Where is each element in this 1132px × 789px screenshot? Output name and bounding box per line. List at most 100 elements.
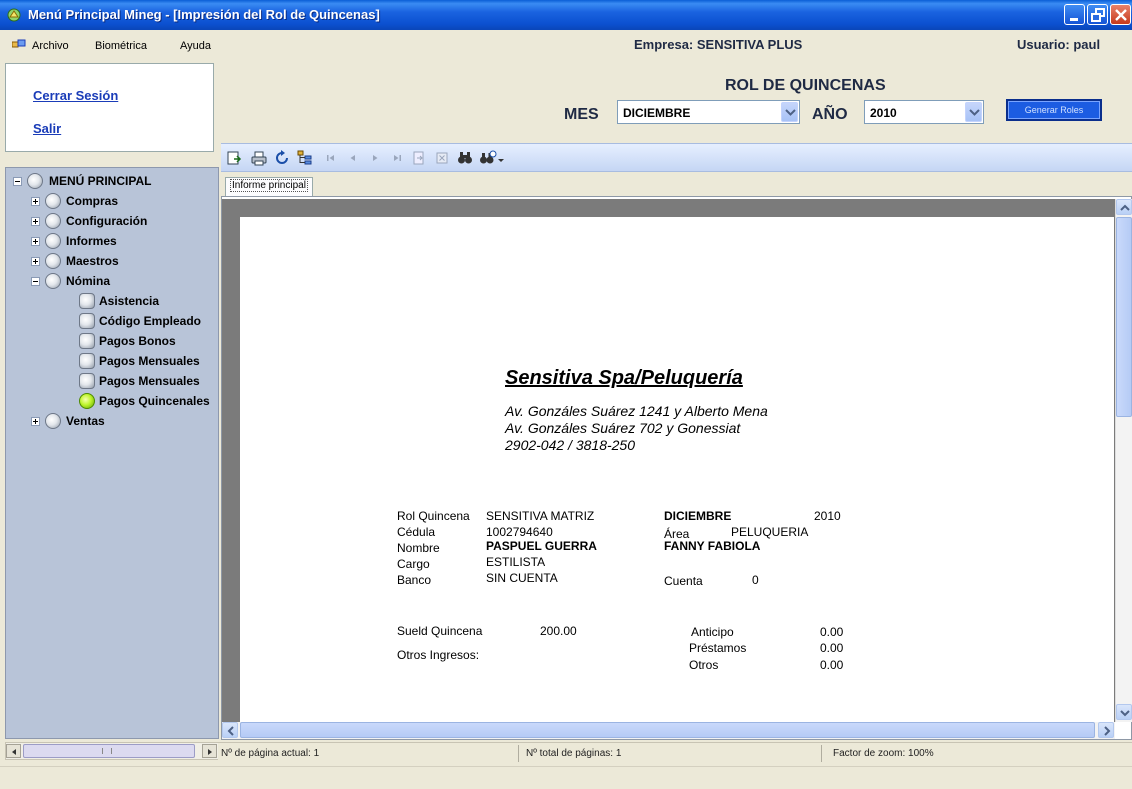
- report-vertical-scrollbar[interactable]: [1115, 199, 1132, 722]
- arrow-right-icon: [1104, 726, 1111, 736]
- otros-ingresos-label: Otros Ingresos:: [397, 648, 480, 662]
- stop-button[interactable]: [434, 150, 450, 166]
- current-page-status: Nº de página actual: 1: [221, 748, 320, 759]
- total-pages-status: Nº total de páginas: 1: [526, 748, 622, 759]
- tree-item-label: Maestros: [66, 254, 119, 268]
- group-tree-button[interactable]: [297, 150, 313, 166]
- period-year: 2010: [814, 509, 841, 523]
- arrow-right-icon: [208, 749, 212, 755]
- address-line-2: Av. Gonzáles Suárez 702 y Gonessiat: [505, 420, 741, 436]
- expand-icon[interactable]: [31, 217, 40, 226]
- arrow-left-icon: [12, 749, 16, 755]
- go-to-page-button[interactable]: [411, 150, 427, 166]
- report-horizontal-scrollbar[interactable]: [222, 722, 1115, 739]
- cuenta-label: Cuenta: [664, 574, 703, 588]
- node-icon: [79, 333, 95, 349]
- expand-icon[interactable]: [31, 417, 40, 426]
- year-value: 2010: [870, 106, 897, 120]
- go-to-page-icon: [413, 151, 424, 165]
- exit-link[interactable]: Salir: [33, 121, 61, 136]
- report-viewer: Sensitiva Spa/Peluquería Av. Gonzáles Su…: [221, 196, 1132, 740]
- first-page-button[interactable]: [323, 150, 339, 166]
- zoom-button[interactable]: [479, 150, 507, 166]
- cedula-value: 1002794640: [486, 525, 553, 539]
- tree-item-label: Código Empleado: [99, 314, 201, 328]
- area-value: PELUQUERIA: [731, 525, 809, 539]
- status-divider: [821, 745, 822, 762]
- export-button[interactable]: [226, 150, 242, 166]
- scroll-right-button[interactable]: [202, 744, 217, 758]
- refresh-icon: [276, 150, 288, 164]
- company-label: Empresa: SENSITIVA PLUS: [634, 37, 803, 52]
- export-icon: [227, 151, 242, 165]
- menu-bar: Archivo Biométrica Ayuda Empresa: SENSIT…: [0, 30, 1132, 60]
- mdi-window-icon[interactable]: [12, 39, 26, 51]
- otros-value: 0.00: [820, 658, 844, 672]
- arrow-up-icon: [1120, 204, 1130, 211]
- report-page: Sensitiva Spa/Peluquería Av. Gonzáles Su…: [240, 217, 1114, 722]
- tree-item-label: Configuración: [66, 214, 148, 228]
- otros-label: Otros: [689, 658, 719, 672]
- tree-root-label: MENÚ PRINCIPAL: [49, 174, 152, 188]
- node-icon: [45, 253, 61, 269]
- close-button[interactable]: [1110, 4, 1131, 25]
- next-page-icon: [373, 155, 378, 161]
- previous-page-icon: [350, 155, 355, 161]
- expand-icon[interactable]: [31, 197, 40, 206]
- filter-header: ROL DE QUINCENAS MES DICIEMBRE AÑO 2010 …: [218, 63, 1132, 141]
- restore-icon: [1091, 8, 1105, 22]
- tab-informe-principal[interactable]: Informe principal: [225, 177, 313, 196]
- zoom-status: Factor de zoom: 100%: [833, 748, 934, 759]
- arrow-down-icon: [1120, 710, 1130, 717]
- tree-item-label: Compras: [66, 194, 119, 208]
- scroll-left-button[interactable]: [6, 744, 21, 758]
- print-button[interactable]: [251, 150, 267, 166]
- minimize-button[interactable]: [1064, 4, 1085, 25]
- logout-link[interactable]: Cerrar Sesión: [33, 88, 118, 103]
- menu-ayuda[interactable]: Ayuda: [180, 40, 211, 52]
- title-bar: Menú Principal Mineg - [Impresión del Ro…: [0, 0, 1132, 30]
- next-page-button[interactable]: [367, 150, 383, 166]
- scroll-down-button[interactable]: [1116, 704, 1132, 720]
- month-dropdown-button[interactable]: [781, 102, 798, 122]
- last-page-button[interactable]: [389, 150, 405, 166]
- user-label: Usuario: paul: [1017, 37, 1101, 52]
- restore-button[interactable]: [1087, 4, 1108, 25]
- tree-item-label: Informes: [66, 234, 117, 248]
- chevron-down-icon: [969, 109, 980, 116]
- tree-horizontal-scrollbar[interactable]: [5, 742, 219, 760]
- collapse-icon[interactable]: [13, 177, 22, 186]
- prestamos-value: 0.00: [820, 641, 844, 655]
- cuenta-value: 0: [752, 573, 759, 587]
- rol-label: Rol Quincena: [397, 509, 470, 523]
- previous-page-button[interactable]: [345, 150, 361, 166]
- node-icon: [27, 173, 43, 189]
- year-dropdown-button[interactable]: [965, 102, 982, 122]
- scroll-thumb[interactable]: [240, 722, 1095, 738]
- close-icon: [1115, 9, 1127, 21]
- scroll-thumb[interactable]: [23, 744, 195, 758]
- tree-view-icon: [297, 150, 312, 165]
- menu-archivo[interactable]: Archivo: [32, 40, 69, 52]
- menu-biometrica[interactable]: Biométrica: [95, 40, 147, 52]
- last-page-icon: [394, 155, 401, 161]
- expand-icon[interactable]: [31, 257, 40, 266]
- node-icon: [45, 233, 61, 249]
- report-background: Sensitiva Spa/Peluquería Av. Gonzáles Su…: [222, 199, 1115, 722]
- year-select[interactable]: 2010: [864, 100, 984, 124]
- banco-label: Banco: [397, 573, 432, 587]
- banco-value: SIN CUENTA: [486, 571, 558, 585]
- month-select[interactable]: DICIEMBRE: [617, 100, 800, 124]
- scroll-left-button[interactable]: [222, 722, 238, 738]
- collapse-icon[interactable]: [31, 277, 40, 286]
- expand-icon[interactable]: [31, 237, 40, 246]
- minimize-icon: [1070, 18, 1078, 21]
- scroll-up-button[interactable]: [1116, 199, 1132, 215]
- prestamos-label: Préstamos: [689, 641, 747, 655]
- report-tab-strip: Informe principal: [221, 172, 1132, 196]
- generate-roles-button[interactable]: Generar Roles: [1006, 99, 1102, 121]
- refresh-button[interactable]: [274, 150, 290, 166]
- scroll-thumb[interactable]: [1116, 217, 1132, 417]
- scroll-right-button[interactable]: [1098, 722, 1114, 738]
- find-button[interactable]: [457, 150, 473, 166]
